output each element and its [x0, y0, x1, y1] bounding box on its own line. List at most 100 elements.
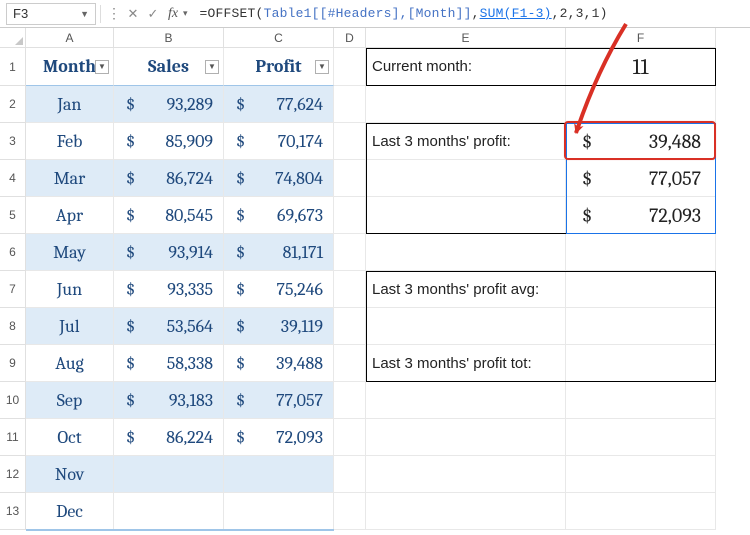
cell[interactable]	[566, 382, 716, 419]
cell[interactable]	[566, 345, 716, 382]
table-profit-cell[interactable]: $81,171	[224, 234, 334, 271]
cell[interactable]	[566, 308, 716, 345]
cell[interactable]	[334, 345, 366, 382]
table-sales-cell[interactable]: $93,335	[114, 271, 224, 308]
row-header[interactable]: 6	[0, 234, 26, 271]
last3-profit-value[interactable]: $77,057	[566, 160, 716, 197]
table-sales-cell[interactable]	[114, 493, 224, 530]
chevron-down-icon[interactable]: ▾	[183, 8, 192, 19]
dots-icon[interactable]: ⋮	[105, 5, 123, 22]
column-header[interactable]: B	[114, 28, 224, 48]
column-header[interactable]: A	[26, 28, 114, 48]
cell[interactable]	[334, 197, 366, 234]
row-header[interactable]: 11	[0, 419, 26, 456]
table-sales-cell[interactable]: $58,338	[114, 345, 224, 382]
fx-icon[interactable]: fx	[163, 6, 183, 22]
table-profit-cell[interactable]: $77,624	[224, 86, 334, 123]
row-header[interactable]: 8	[0, 308, 26, 345]
table-month-cell[interactable]: May	[26, 234, 114, 271]
row-header[interactable]: 12	[0, 456, 26, 493]
table-profit-cell[interactable]: $72,093	[224, 419, 334, 456]
cell[interactable]	[334, 271, 366, 308]
row-header[interactable]: 9	[0, 345, 26, 382]
table-month-cell[interactable]: Jul	[26, 308, 114, 345]
table-month-cell[interactable]: Nov	[26, 456, 114, 493]
table-profit-cell[interactable]: $75,246	[224, 271, 334, 308]
table-profit-cell[interactable]	[224, 493, 334, 530]
table-profit-cell[interactable]: $77,057	[224, 382, 334, 419]
cell[interactable]	[566, 234, 716, 271]
chevron-down-icon[interactable]: ▼	[80, 9, 89, 19]
cell[interactable]	[366, 493, 566, 530]
cell[interactable]	[566, 86, 716, 123]
table-month-cell[interactable]: Oct	[26, 419, 114, 456]
cell[interactable]	[334, 308, 366, 345]
spreadsheet-grid[interactable]: A B C D E F 12345678910111213 Month▼Sale…	[0, 28, 750, 535]
cell[interactable]	[334, 456, 366, 493]
row-header[interactable]: 1	[0, 48, 26, 86]
row-header[interactable]: 10	[0, 382, 26, 419]
column-header[interactable]: D	[334, 28, 366, 48]
table-header-cell[interactable]: Profit▼	[224, 48, 334, 86]
table-profit-cell[interactable]: $70,174	[224, 123, 334, 160]
table-sales-cell[interactable]	[114, 456, 224, 493]
cell[interactable]	[366, 86, 566, 123]
cell[interactable]	[366, 308, 566, 345]
cell[interactable]	[366, 234, 566, 271]
name-box[interactable]: F3 ▼	[6, 3, 96, 25]
table-sales-cell[interactable]: $93,183	[114, 382, 224, 419]
cell[interactable]	[566, 493, 716, 530]
table-month-cell[interactable]: Apr	[26, 197, 114, 234]
row-header[interactable]: 7	[0, 271, 26, 308]
filter-dropdown-icon[interactable]: ▼	[315, 60, 329, 74]
cell[interactable]	[566, 271, 716, 308]
formula-input[interactable]: =OFFSET(Table1[[#Headers],[Month]],SUM(F…	[192, 6, 750, 21]
table-sales-cell[interactable]: $53,564	[114, 308, 224, 345]
table-month-cell[interactable]: Sep	[26, 382, 114, 419]
column-header[interactable]: E	[366, 28, 566, 48]
row-header[interactable]: 3	[0, 123, 26, 160]
table-sales-cell[interactable]: $80,545	[114, 197, 224, 234]
cell[interactable]	[366, 197, 566, 234]
cell[interactable]	[366, 456, 566, 493]
table-month-cell[interactable]: Jan	[26, 86, 114, 123]
cancel-formula-button[interactable]: ✕	[123, 6, 143, 22]
table-header-cell[interactable]: Sales▼	[114, 48, 224, 86]
cell[interactable]	[566, 419, 716, 456]
row-header[interactable]: 2	[0, 86, 26, 123]
cell[interactable]	[334, 160, 366, 197]
table-profit-cell[interactable]: $69,673	[224, 197, 334, 234]
cell[interactable]	[366, 382, 566, 419]
table-sales-cell[interactable]: $86,224	[114, 419, 224, 456]
table-month-cell[interactable]: Mar	[26, 160, 114, 197]
cell[interactable]	[334, 86, 366, 123]
last3-profit-value[interactable]: $72,093	[566, 197, 716, 234]
table-profit-cell[interactable]: $39,119	[224, 308, 334, 345]
table-profit-cell[interactable]: $39,488	[224, 345, 334, 382]
select-all-corner[interactable]	[0, 28, 26, 48]
row-header[interactable]: 4	[0, 160, 26, 197]
table-sales-cell[interactable]: $86,724	[114, 160, 224, 197]
cell[interactable]	[334, 382, 366, 419]
table-month-cell[interactable]: Dec	[26, 493, 114, 530]
cell[interactable]	[566, 456, 716, 493]
current-month-value[interactable]: 11	[566, 48, 716, 86]
table-sales-cell[interactable]: $93,289	[114, 86, 224, 123]
table-month-cell[interactable]: Aug	[26, 345, 114, 382]
cell[interactable]	[334, 234, 366, 271]
cell[interactable]	[334, 419, 366, 456]
filter-dropdown-icon[interactable]: ▼	[205, 60, 219, 74]
row-header[interactable]: 13	[0, 493, 26, 530]
cell[interactable]	[334, 123, 366, 160]
cell[interactable]	[366, 419, 566, 456]
row-header[interactable]: 5	[0, 197, 26, 234]
accept-formula-button[interactable]: ✓	[143, 6, 163, 22]
filter-dropdown-icon[interactable]: ▼	[95, 60, 109, 74]
column-header[interactable]: C	[224, 28, 334, 48]
cell[interactable]	[334, 493, 366, 530]
table-month-cell[interactable]: Feb	[26, 123, 114, 160]
cell[interactable]	[366, 160, 566, 197]
column-header[interactable]: F	[566, 28, 716, 48]
table-month-cell[interactable]: Jun	[26, 271, 114, 308]
table-profit-cell[interactable]	[224, 456, 334, 493]
